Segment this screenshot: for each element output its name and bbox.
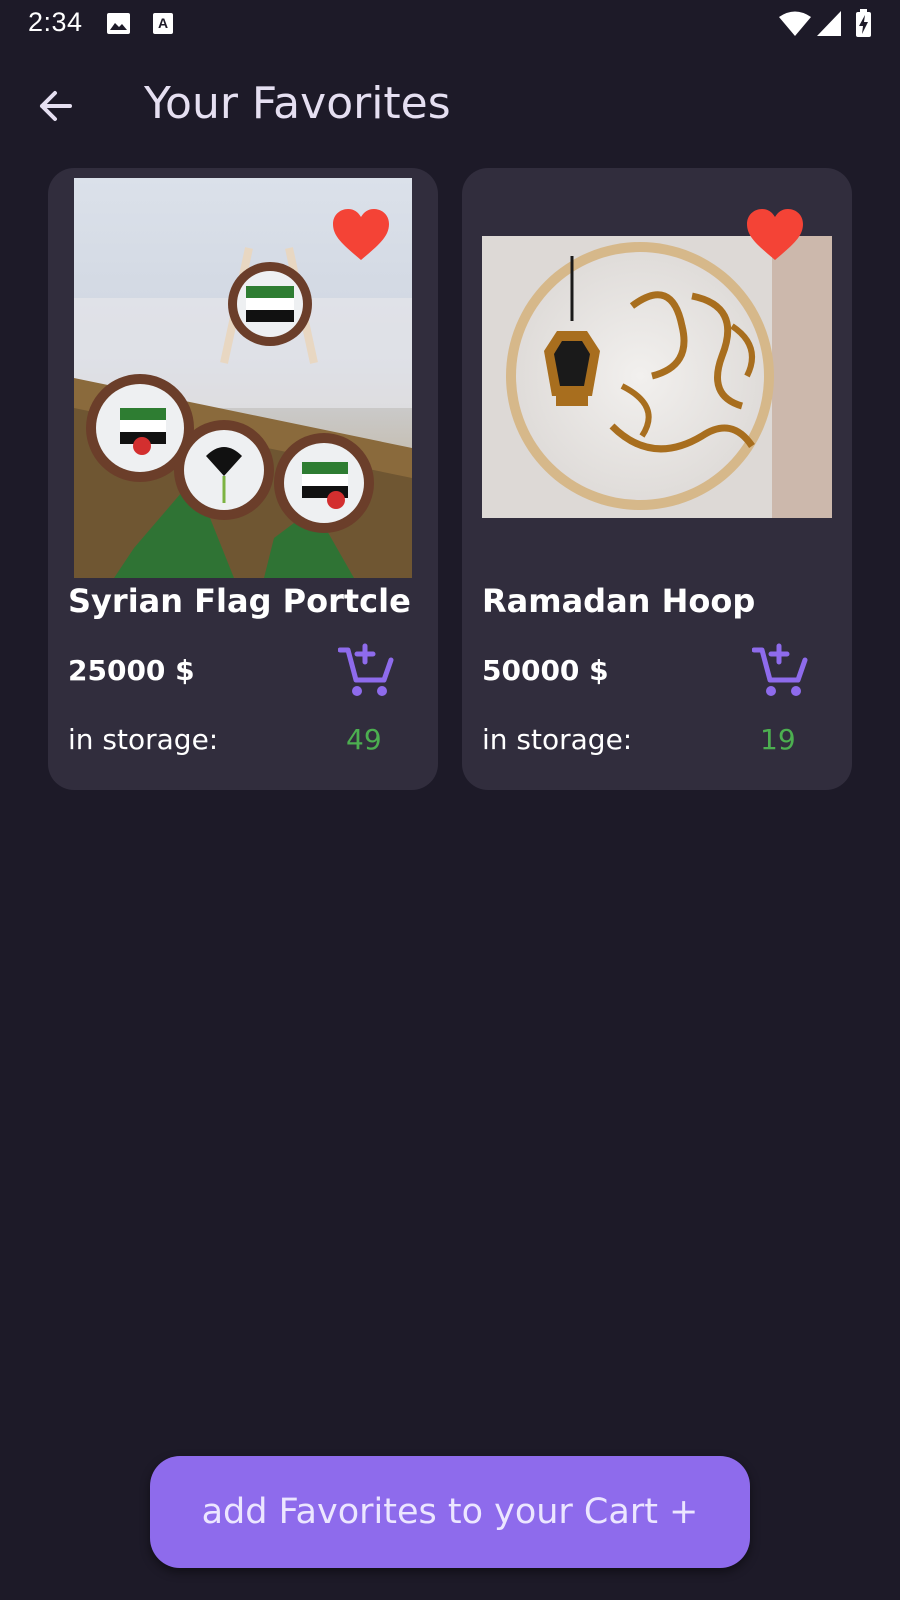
- favorite-card[interactable]: Syrian Flag Portcle 25000 $ in storage: …: [48, 168, 438, 790]
- storage-label: in storage:: [68, 723, 219, 756]
- wifi-icon: [778, 10, 812, 37]
- status-time: 2:34: [28, 7, 83, 37]
- storage-label: in storage:: [482, 723, 633, 756]
- add-favorites-to-cart-button[interactable]: add Favorites to your Cart +: [150, 1456, 750, 1568]
- add-shopping-cart-icon: [337, 643, 394, 696]
- product-price: 25000 $: [68, 654, 195, 687]
- heart-icon[interactable]: [332, 208, 390, 262]
- product-name: Syrian Flag Portcle: [68, 582, 411, 620]
- image-icon: [106, 12, 131, 35]
- storage-count: 19: [760, 723, 796, 756]
- battery-charging-icon: [855, 9, 872, 38]
- status-bar: 2:34 A: [0, 0, 900, 50]
- add-to-cart-button[interactable]: [751, 642, 808, 698]
- back-button[interactable]: [28, 78, 84, 134]
- page-title: Your Favorites: [144, 78, 451, 129]
- svg-text:A: A: [158, 15, 168, 31]
- font-download-icon: A: [152, 12, 174, 35]
- favorite-card[interactable]: Ramadan Hoop 50000 $ in storage: 19: [462, 168, 852, 790]
- favorites-screen: 2:34 A Your Favorites Syrian Flag Portcl…: [0, 0, 900, 1600]
- add-to-cart-button[interactable]: [337, 642, 394, 698]
- cellular-signal-icon: [816, 10, 842, 37]
- product-image: [482, 236, 832, 518]
- heart-icon[interactable]: [746, 208, 804, 262]
- add-shopping-cart-icon: [751, 643, 808, 696]
- storage-count: 49: [346, 723, 382, 756]
- arrow-back-icon: [40, 91, 72, 121]
- product-name: Ramadan Hoop: [482, 582, 756, 620]
- product-price: 50000 $: [482, 654, 609, 687]
